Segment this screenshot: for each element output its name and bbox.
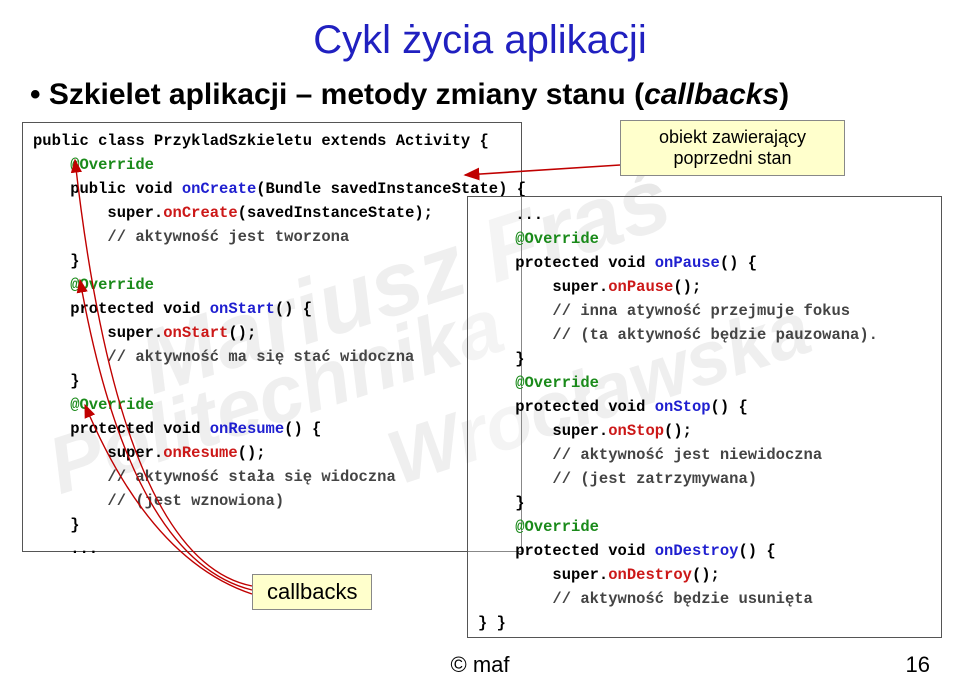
code-comment: // (jest wznowiona) <box>33 492 284 510</box>
code-line: super. <box>33 324 163 342</box>
code-line: public void <box>33 180 182 198</box>
code-keyword: onResume <box>210 420 284 438</box>
code-line: @Override <box>478 518 599 536</box>
code-line: (); <box>664 422 692 440</box>
code-keyword: onDestroy <box>608 566 692 584</box>
code-line: @Override <box>33 276 154 294</box>
code-keyword: onStop <box>655 398 711 416</box>
footer-copyright: © maf <box>0 652 960 678</box>
subtitle: Szkielet aplikacji – metody zmiany stanu… <box>30 78 789 112</box>
code-line: super. <box>33 204 163 222</box>
code-comment: // inna atywność przejmuje fokus <box>478 302 850 320</box>
code-line: } <box>33 372 80 390</box>
tag-object-l1: obiekt zawierający <box>629 127 836 148</box>
footer-page-number: 16 <box>906 652 930 678</box>
code-comment: // (ta aktywność będzie pauzowana). <box>478 326 878 344</box>
code-line: } <box>33 516 80 534</box>
tag-object-l2: poprzedni stan <box>629 148 836 169</box>
code-line: } <box>478 494 525 512</box>
tag-object-state: obiekt zawierający poprzedni stan <box>620 120 845 176</box>
code-line: super. <box>478 566 608 584</box>
code-keyword: onStart <box>163 324 228 342</box>
code-line: @Override <box>33 156 154 174</box>
code-line: ... <box>478 206 543 224</box>
code-comment: // aktywność ma się stać widoczna <box>33 348 414 366</box>
code-line: super. <box>33 444 163 462</box>
code-line: @Override <box>478 230 599 248</box>
page-title: Cykl życia aplikacji <box>0 18 960 63</box>
code-keyword: onDestroy <box>655 542 739 560</box>
code-line: @Override <box>33 396 154 414</box>
subtitle-plain: Szkielet aplikacji – metody zmiany stanu… <box>49 78 644 111</box>
code-line: } <box>33 252 80 270</box>
code-line: super. <box>478 422 608 440</box>
code-keyword: onCreate <box>163 204 237 222</box>
code-keyword: onPause <box>608 278 673 296</box>
code-box-left: public class PrzykladSzkieletu extends A… <box>22 122 522 552</box>
code-comment: // aktywność stała się widoczna <box>33 468 396 486</box>
code-line: public class PrzykladSzkieletu extends A… <box>33 132 489 150</box>
code-line: (); <box>228 324 256 342</box>
code-line: (); <box>692 566 720 584</box>
code-line: protected void <box>33 300 210 318</box>
code-comment: // aktywność jest niewidoczna <box>478 446 822 464</box>
subtitle-ital: callbacks <box>644 78 779 111</box>
code-line: @Override <box>478 374 599 392</box>
code-line: () { <box>720 254 757 272</box>
code-line: super. <box>478 278 608 296</box>
code-line: (); <box>673 278 701 296</box>
code-line: protected void <box>478 254 655 272</box>
code-keyword: onPause <box>655 254 720 272</box>
tag-callbacks: callbacks <box>252 574 372 610</box>
code-keyword: onCreate <box>182 180 256 198</box>
code-line: (); <box>238 444 266 462</box>
code-line: protected void <box>478 542 655 560</box>
code-line: ... <box>33 540 98 558</box>
code-line: (savedInstanceState); <box>238 204 433 222</box>
code-line: () { <box>711 398 748 416</box>
code-comment: // (jest zatrzymywana) <box>478 470 757 488</box>
code-keyword: onStart <box>210 300 275 318</box>
code-line: protected void <box>33 420 210 438</box>
code-comment: // aktywność jest tworzona <box>33 228 349 246</box>
code-line: () { <box>284 420 321 438</box>
code-keyword: onResume <box>163 444 237 462</box>
code-line: } } <box>478 614 506 632</box>
code-box-right: ... @Override protected void onPause() {… <box>467 196 942 638</box>
code-line: () { <box>275 300 312 318</box>
code-line: protected void <box>478 398 655 416</box>
code-line: () { <box>738 542 775 560</box>
code-line: } <box>478 350 525 368</box>
code-keyword: onStop <box>608 422 664 440</box>
subtitle-close: ) <box>779 78 789 111</box>
code-comment: // aktywność będzie usunięta <box>478 590 813 608</box>
